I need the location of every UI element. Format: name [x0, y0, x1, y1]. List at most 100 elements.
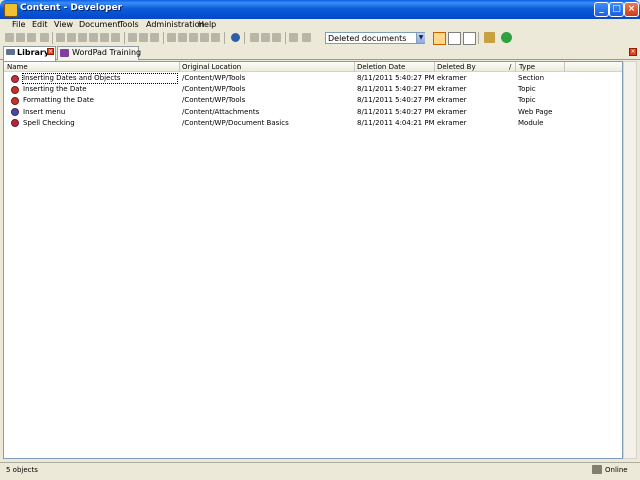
replace-icon[interactable]: [200, 33, 209, 42]
checkout-icon[interactable]: [250, 33, 259, 42]
column-label-original-location: Original Location: [182, 63, 242, 71]
table-cell-date: 8/11/2011 4:04:21 PM: [357, 118, 435, 127]
column-header-name[interactable]: [4, 62, 179, 72]
filter-dropdown-value: Deleted documents: [328, 34, 407, 43]
table-cell-by: ekramer: [437, 107, 467, 116]
table-cell-by: ekramer: [437, 74, 467, 82]
topic-icon: [11, 96, 19, 105]
table-cell-name[interactable]: Formatting the Date: [23, 96, 94, 104]
table-cell-name[interactable]: Inserting Dates and Objects: [23, 74, 121, 82]
toolbar-separator: [244, 32, 245, 44]
window-title: Content - Developer: [20, 3, 123, 13]
toolbar-separator: [124, 32, 125, 44]
find-icon[interactable]: [189, 33, 198, 42]
copy-icon[interactable]: [67, 33, 76, 42]
close-icon: ×: [627, 4, 636, 14]
table-cell-name[interactable]: Insert menu: [23, 108, 65, 116]
open-icon[interactable]: [16, 33, 25, 42]
toolbar-separator: [163, 32, 164, 44]
refresh-icon[interactable]: [150, 33, 159, 42]
table-cell-location: /Content/Attachments: [182, 107, 260, 116]
properties-icon[interactable]: [100, 33, 109, 42]
menu-help[interactable]: Help: [198, 20, 216, 29]
outline-icon: [60, 49, 69, 57]
table-cell-by: ekramer: [437, 118, 467, 127]
table-cell-location: /Content/WP/Document Basics: [182, 118, 289, 127]
toolbar-separator: [224, 32, 225, 44]
toolbar: [3, 32, 637, 46]
menu-administration[interactable]: Administration: [146, 20, 205, 29]
cut-icon[interactable]: [56, 33, 65, 42]
tab-library-label: Library: [17, 48, 50, 57]
permissions-icon[interactable]: [272, 33, 281, 42]
link-icon[interactable]: [211, 33, 220, 42]
split-vertical-view-button[interactable]: [463, 32, 476, 45]
topic-icon: [11, 85, 19, 94]
table-cell-location: /Content/WP/Tools: [182, 85, 246, 94]
library-icon: [6, 49, 15, 55]
table-cell-date: 8/11/2011 5:40:27 PM: [357, 74, 435, 82]
column-label-deleted-by: Deleted By: [437, 63, 476, 71]
table-cell-date: 8/11/2011 5:40:27 PM: [357, 85, 435, 94]
tab-wordpad-training-label: WordPad Training: [72, 48, 142, 57]
menu-file[interactable]: File: [12, 20, 25, 29]
save-icon[interactable]: [27, 33, 36, 42]
redo-icon[interactable]: [139, 33, 148, 42]
tab-close-icon[interactable]: ×: [47, 48, 54, 55]
paste-icon[interactable]: [78, 33, 87, 42]
column-label-deletion-date: Deletion Date: [357, 63, 406, 71]
new-icon[interactable]: [5, 33, 14, 42]
folder-up-icon[interactable]: [484, 32, 495, 43]
delete-icon[interactable]: [89, 33, 98, 42]
maximize-icon: □: [612, 4, 621, 14]
column-label-type: Type: [519, 63, 536, 71]
chevron-down-icon[interactable]: ▼: [416, 33, 425, 43]
table-cell-by: ekramer: [437, 96, 467, 105]
table-cell-by: ekramer: [437, 85, 467, 94]
menu-document[interactable]: Document: [79, 20, 120, 29]
rename-icon[interactable]: [111, 33, 120, 42]
undo-icon[interactable]: [128, 33, 137, 42]
details-view-button[interactable]: [433, 32, 446, 45]
menu-view[interactable]: View: [54, 20, 73, 29]
maximize-button[interactable]: □: [609, 2, 624, 17]
close-button[interactable]: ×: [624, 2, 639, 17]
checkin-icon[interactable]: [261, 33, 270, 42]
table-cell-location: /Content/WP/Tools: [182, 74, 246, 82]
column-label-name: Name: [7, 63, 28, 71]
table-cell-date: 8/11/2011 5:40:27 PM: [357, 96, 435, 105]
add-icon[interactable]: [167, 33, 176, 42]
toolbar-separator: [52, 32, 53, 44]
column-header-filler: [565, 62, 622, 72]
sort-indicator-icon: /: [509, 63, 512, 71]
minimize-button[interactable]: _: [594, 2, 609, 17]
table-cell-type: Module: [518, 118, 544, 127]
app-icon[interactable]: [4, 3, 18, 17]
table-cell-name[interactable]: Spell Checking: [23, 119, 75, 127]
help-icon[interactable]: [231, 33, 240, 42]
minimize-icon: _: [599, 4, 604, 14]
publish-icon[interactable]: [40, 33, 49, 42]
toolbar-separator: [478, 32, 479, 44]
more-icon[interactable]: [302, 33, 311, 42]
table-cell-type: Topic: [518, 96, 536, 105]
toolbar-separator: [285, 32, 286, 44]
server-icon: [592, 465, 602, 474]
close-tab-icon[interactable]: ×: [629, 48, 637, 56]
table-cell-type: Web Page: [518, 107, 553, 116]
section-icon: [11, 74, 19, 83]
status-object-count: 5 objects: [6, 466, 38, 474]
vertical-scrollbar[interactable]: [623, 61, 637, 459]
refresh-green-icon[interactable]: [501, 32, 512, 43]
status-connection: Online: [605, 466, 628, 474]
table-cell-name[interactable]: Inserting the Date: [23, 85, 87, 93]
table-cell-type: Topic: [518, 85, 536, 94]
remove-icon[interactable]: [178, 33, 187, 42]
menu-edit[interactable]: Edit: [32, 20, 48, 29]
split-horizontal-view-button[interactable]: [448, 32, 461, 45]
menu-tools[interactable]: Tools: [119, 20, 139, 29]
table-cell-location: /Content/WP/Tools: [182, 96, 246, 105]
view-options-icon[interactable]: [289, 33, 298, 42]
table-cell-date: 8/11/2011 5:40:27 PM: [357, 107, 435, 116]
status-bar: [0, 462, 640, 480]
